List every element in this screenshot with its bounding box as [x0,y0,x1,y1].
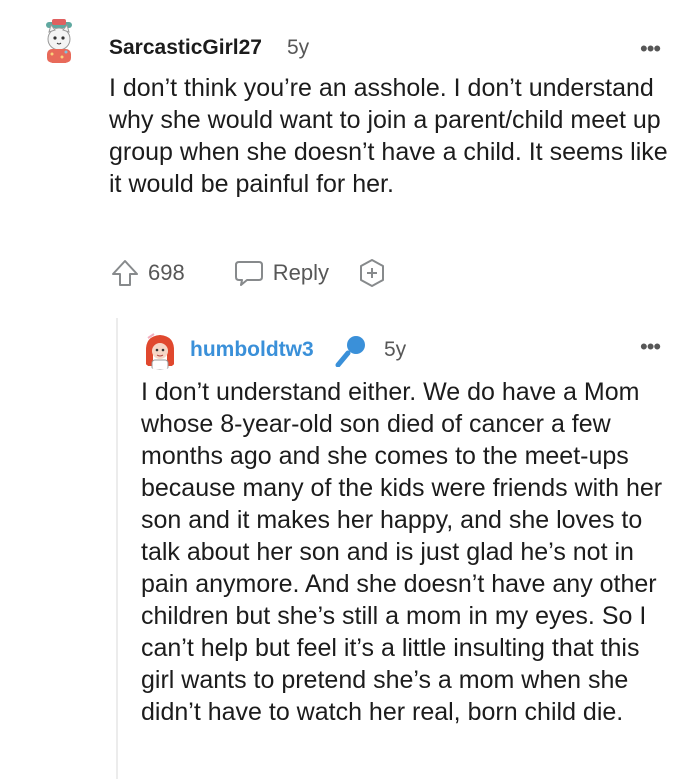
more-options-icon[interactable]: ••• [640,38,661,60]
microphone-icon [334,333,368,368]
reply-icon[interactable] [233,258,265,288]
red-hair-avatar-icon[interactable] [140,330,180,370]
vote-count: 698 [148,260,185,285]
username[interactable]: humboldtw3 [190,338,314,362]
more-options-icon[interactable]: ••• [640,336,661,358]
username[interactable]: SarcasticGirl27 [109,36,262,60]
award-icon[interactable] [357,258,387,288]
comment-body: I don’t understand either. We do have a … [141,378,663,726]
timestamp[interactable]: 5y [287,36,309,60]
timestamp[interactable]: 5y [384,338,406,362]
comment-actions: 698 Reply [110,258,387,288]
comment-body: I don’t think you’re an asshole. I don’t… [109,74,668,198]
comment: SarcasticGirl27 5y ••• I don’t think you… [0,0,700,300]
reply-button[interactable]: Reply [273,260,329,286]
reply-comment: humboldtw3 5y ••• I don’t understand eit… [0,318,700,779]
upvote-icon[interactable] [110,258,140,288]
cat-avatar-icon[interactable] [36,18,82,64]
